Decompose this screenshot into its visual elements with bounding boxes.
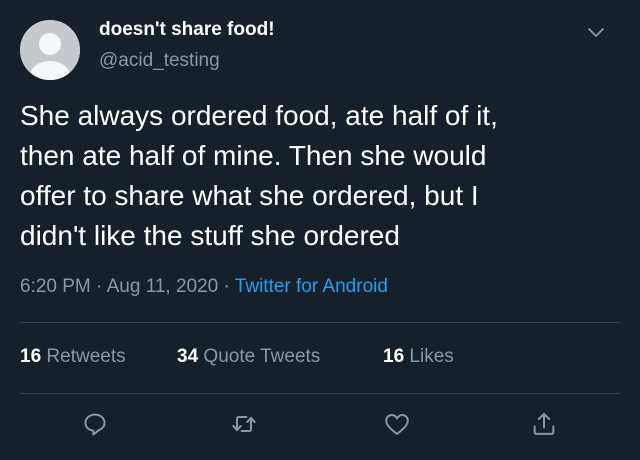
reply-icon — [84, 413, 106, 436]
divider — [20, 322, 620, 323]
divider — [20, 393, 620, 394]
user-handle[interactable]: @acid_testing — [99, 50, 220, 72]
tweet-text: She always ordered food, ate half of it,… — [20, 100, 498, 251]
meta-separator: · — [96, 276, 103, 297]
likes-label: Likes — [409, 346, 454, 367]
heart-icon — [385, 414, 409, 435]
tweet-card: doesn't share food! @acid_testing She al… — [0, 0, 640, 460]
meta-separator: · — [223, 276, 230, 297]
retweets-stat[interactable]: 16 Retweets — [20, 346, 126, 368]
chevron-down-icon[interactable] — [584, 20, 608, 44]
reply-button[interactable] — [81, 410, 109, 438]
share-button[interactable] — [530, 410, 558, 438]
quote-tweets-stat[interactable]: 34 Quote Tweets — [177, 346, 320, 368]
tweet-source-link[interactable]: Twitter for Android — [235, 276, 388, 297]
retweets-label: Retweets — [46, 346, 126, 367]
share-icon — [533, 412, 555, 435]
likes-count: 16 — [383, 346, 405, 367]
like-button[interactable] — [383, 410, 411, 438]
avatar[interactable] — [20, 20, 80, 80]
tweet-time[interactable]: 6:20 PM — [20, 276, 91, 297]
tweet-date[interactable]: Aug 11, 2020 — [107, 276, 219, 297]
likes-stat[interactable]: 16 Likes — [383, 346, 454, 368]
quote-tweets-label: Quote Tweets — [203, 346, 321, 367]
retweets-count: 16 — [20, 346, 42, 367]
default-avatar-icon — [20, 20, 80, 80]
quote-tweets-count: 34 — [177, 346, 199, 367]
retweet-icon — [232, 416, 256, 432]
retweet-button[interactable] — [230, 410, 258, 438]
tweet-metadata: 6:20 PM · Aug 11, 2020 · Twitter for And… — [20, 276, 388, 298]
display-name[interactable]: doesn't share food! — [99, 19, 275, 41]
